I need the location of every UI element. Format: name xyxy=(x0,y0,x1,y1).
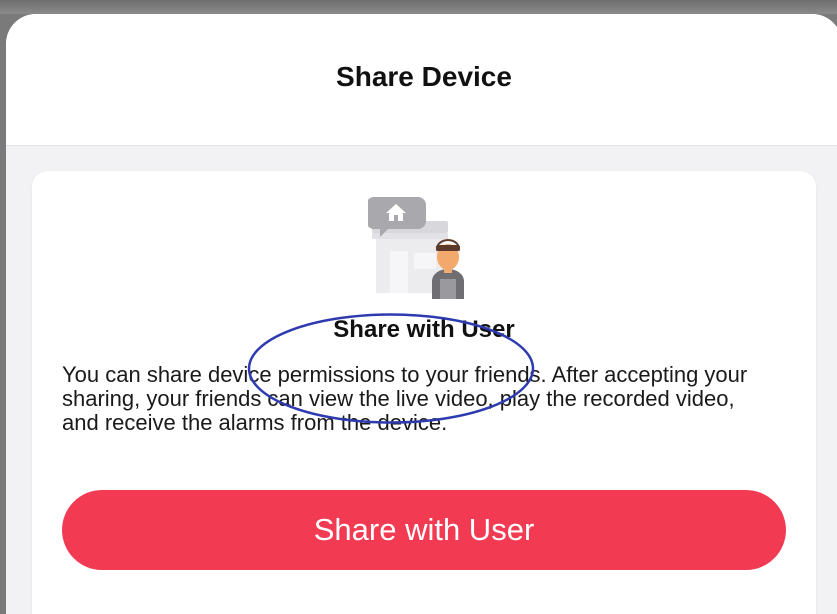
sheet-header: Share Device xyxy=(6,14,837,146)
backdrop-dim xyxy=(0,0,837,14)
share-device-sheet: Share Device Share with User You can sha… xyxy=(6,14,837,614)
share-with-user-card: Share with User You can share device per… xyxy=(32,171,816,614)
card-title: Share with User xyxy=(333,316,515,343)
share-with-user-button-label: Share with User xyxy=(313,512,535,547)
card-description: You can share device permissions to your… xyxy=(62,362,748,435)
store-with-user-icon xyxy=(368,197,464,299)
page-title: Share Device xyxy=(336,60,512,92)
share-with-user-button[interactable]: Share with User xyxy=(62,490,786,570)
